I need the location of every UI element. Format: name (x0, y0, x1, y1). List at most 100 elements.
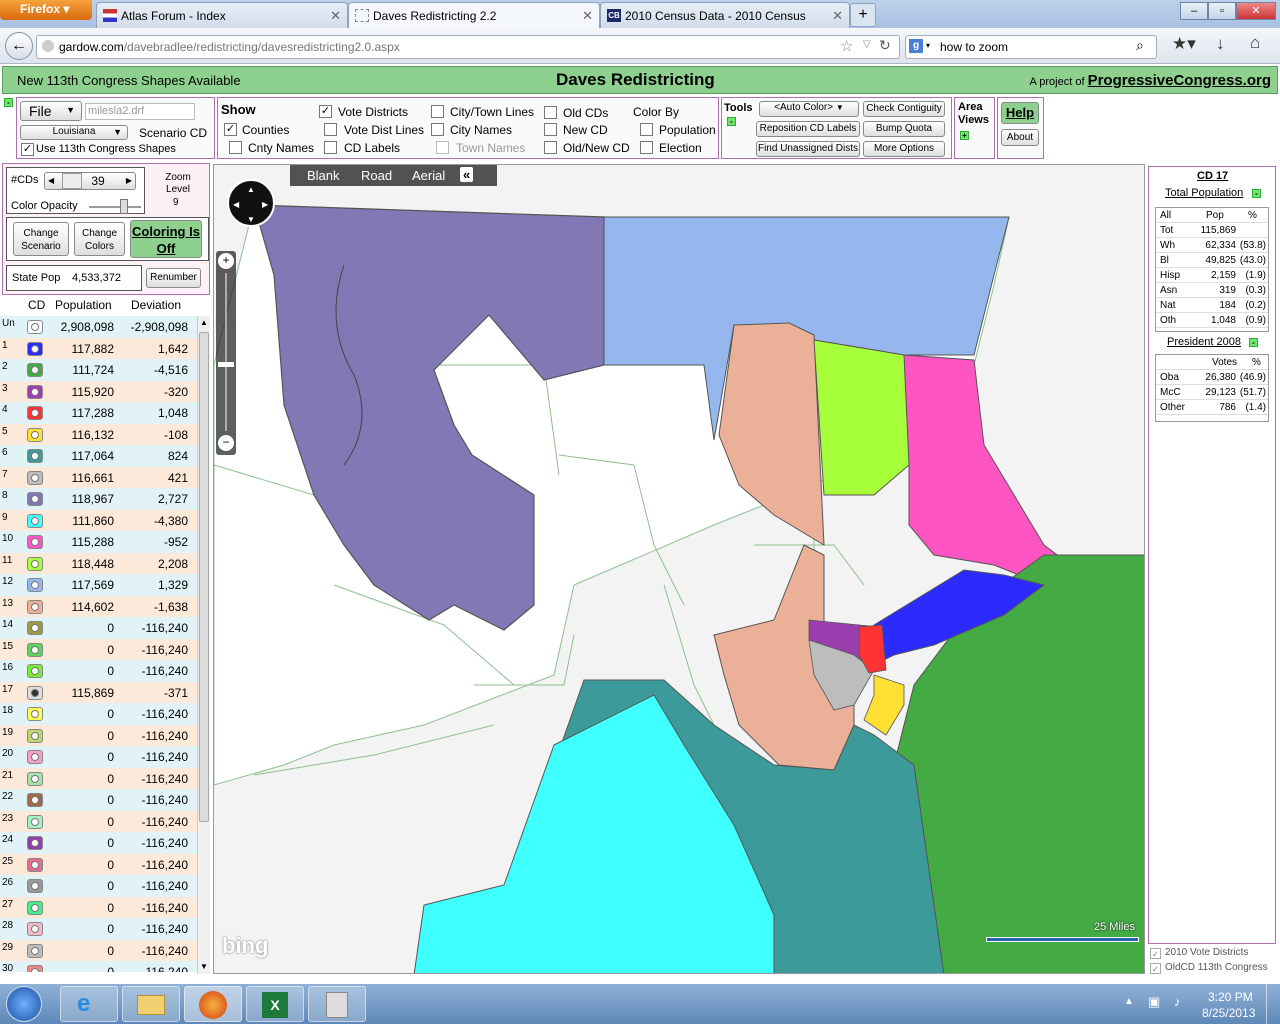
help-button[interactable]: Help (1001, 102, 1039, 124)
table-row[interactable]: 20 0 -116,240 (0, 746, 197, 768)
use-shapes-checkbox[interactable]: ✓ (21, 143, 34, 156)
tray-arrow-icon[interactable]: ▲ (1124, 996, 1134, 1007)
select-radio-icon[interactable] (31, 430, 39, 439)
ie-taskbar-icon[interactable]: e (60, 986, 118, 1022)
table-row[interactable]: 27 0 -116,240 (0, 896, 197, 918)
table-row[interactable]: 6 117,064 824 (0, 445, 197, 467)
map-tab-aerial[interactable]: Aerial (412, 168, 445, 183)
num-cds-stepper[interactable]: ◀ 39 ▶ (44, 172, 136, 190)
city-names-checkbox[interactable] (431, 123, 444, 136)
tab-census-data[interactable]: CB 2010 Census Data - 2010 Census ✕ (600, 2, 850, 28)
select-radio-icon[interactable] (31, 581, 39, 589)
firefox-menu-button[interactable]: Firefox ▾ (0, 0, 92, 20)
calculator-taskbar-icon[interactable] (308, 986, 366, 1022)
vote-dist-lines-checkbox[interactable] (324, 123, 337, 136)
cd-color-swatch[interactable] (27, 814, 43, 829)
table-row[interactable]: 13 114,602 -1,638 (0, 595, 197, 617)
close-tab-icon[interactable]: ✕ (832, 8, 843, 24)
table-row[interactable]: 17 115,869 -371 (0, 681, 197, 703)
select-radio-icon[interactable] (31, 559, 39, 568)
table-row[interactable]: 18 0 -116,240 (0, 703, 197, 725)
select-radio-icon[interactable] (31, 624, 39, 632)
table-row[interactable]: 8 118,967 2,727 (0, 488, 197, 510)
download-icon[interactable]: ↓ (1216, 34, 1225, 54)
cd-color-swatch[interactable] (27, 621, 43, 635)
bookmarks-icon[interactable]: ★▾ (1172, 34, 1196, 54)
history-dropdown-icon[interactable]: ▽ (863, 39, 871, 50)
close-tab-icon[interactable]: ✕ (330, 8, 341, 24)
show-desktop-button[interactable] (1266, 984, 1280, 1024)
select-radio-icon[interactable] (31, 602, 39, 611)
select-radio-icon[interactable] (31, 667, 39, 675)
renumber-button[interactable]: Renumber (146, 268, 201, 288)
cd-color-swatch[interactable] (27, 750, 43, 764)
select-radio-icon[interactable] (31, 323, 39, 331)
select-radio-icon[interactable] (31, 645, 39, 654)
table-row[interactable]: 22 0 -116,240 (0, 789, 197, 811)
cd-color-swatch[interactable] (27, 900, 43, 915)
state-select[interactable]: Louisiana ▼ (20, 125, 128, 140)
firefox-taskbar-icon[interactable] (184, 986, 242, 1022)
tab-atlas-forum[interactable]: Atlas Forum - Index ✕ (96, 2, 348, 28)
select-radio-icon[interactable] (31, 731, 39, 740)
search-icon[interactable]: ⌕ (1136, 37, 1144, 54)
table-row[interactable]: 16 0 -116,240 (0, 660, 197, 682)
change-scenario-button[interactable]: Change Scenario (13, 222, 69, 256)
select-radio-icon[interactable] (31, 409, 39, 417)
cd-color-swatch[interactable] (27, 922, 43, 936)
pan-down-icon[interactable]: ▼ (247, 215, 255, 224)
pres-collapse-toggle[interactable]: - (1249, 338, 1258, 347)
table-row[interactable]: 29 0 -116,240 (0, 939, 197, 961)
scroll-down-icon[interactable]: ▼ (200, 962, 208, 971)
zoom-slider[interactable]: + − (216, 251, 236, 455)
network-icon[interactable]: ▣ (1148, 994, 1160, 1010)
old-new-cd-checkbox[interactable] (544, 141, 557, 154)
close-tab-icon[interactable]: ✕ (582, 8, 593, 24)
pan-right-icon[interactable]: ▶ (262, 200, 268, 209)
president-2008-link[interactable]: President 2008 (1167, 336, 1241, 348)
cd-color-swatch[interactable] (27, 728, 43, 743)
table-row[interactable]: 9 111,860 -4,380 (0, 509, 197, 531)
search-bar[interactable]: g ▾ how to zoom ⌕ (905, 35, 1157, 59)
cd-color-swatch[interactable] (27, 664, 43, 678)
opacity-slider[interactable] (89, 206, 141, 208)
home-icon[interactable]: ⌂ (1250, 33, 1260, 53)
total-population-link[interactable]: Total Population (1165, 187, 1243, 199)
table-row[interactable]: 5 116,132 -108 (0, 423, 197, 445)
cd-color-swatch[interactable] (27, 685, 43, 700)
map-canvas[interactable] (214, 165, 1145, 974)
table-row[interactable]: 21 0 -116,240 (0, 767, 197, 789)
cd-color-swatch[interactable] (27, 599, 43, 614)
select-radio-icon[interactable] (31, 366, 39, 374)
select-radio-icon[interactable] (31, 387, 39, 396)
district-11[interactable] (813, 339, 915, 496)
table-row[interactable]: 19 0 -116,240 (0, 724, 197, 746)
auto-color-select[interactable]: <Auto Color> ▼ (759, 101, 859, 117)
cd-color-swatch[interactable] (27, 470, 43, 485)
select-radio-icon[interactable] (31, 968, 39, 972)
scroll-up-icon[interactable]: ▲ (200, 318, 208, 327)
excel-taskbar-icon[interactable]: X (246, 986, 304, 1022)
table-row[interactable]: 25 0 -116,240 (0, 853, 197, 875)
new-tab-button[interactable]: + (850, 3, 876, 27)
scrollbar-thumb[interactable] (199, 332, 209, 822)
select-radio-icon[interactable] (31, 538, 39, 546)
cd-color-swatch[interactable] (27, 384, 43, 399)
table-row[interactable]: 26 0 -116,240 (0, 875, 197, 897)
table-row[interactable]: 2 111,724 -4,516 (0, 359, 197, 381)
table-row[interactable]: 30 0 -116,240 (0, 961, 197, 972)
cd-color-swatch[interactable] (27, 965, 43, 972)
reload-icon[interactable]: ↻ (879, 37, 891, 54)
select-radio-icon[interactable] (31, 452, 39, 460)
table-row[interactable]: Un 2,908,098 -2,908,098 (0, 316, 197, 338)
table-row[interactable]: 15 0 -116,240 (0, 638, 197, 660)
cd-color-swatch[interactable] (27, 793, 43, 807)
tools-collapse-toggle[interactable]: - (727, 117, 736, 126)
reposition-labels-button[interactable]: Reposition CD Labels (756, 121, 860, 137)
close-window-button[interactable]: ✕ (1236, 2, 1276, 20)
select-radio-icon[interactable] (31, 946, 39, 955)
clock-date[interactable]: 8/25/2013 (1202, 1006, 1255, 1020)
oldcd-layer-checkbox[interactable]: ✓ (1150, 963, 1161, 974)
table-row[interactable]: 11 118,448 2,208 (0, 552, 197, 574)
clock-time[interactable]: 3:20 PM (1208, 990, 1253, 1004)
